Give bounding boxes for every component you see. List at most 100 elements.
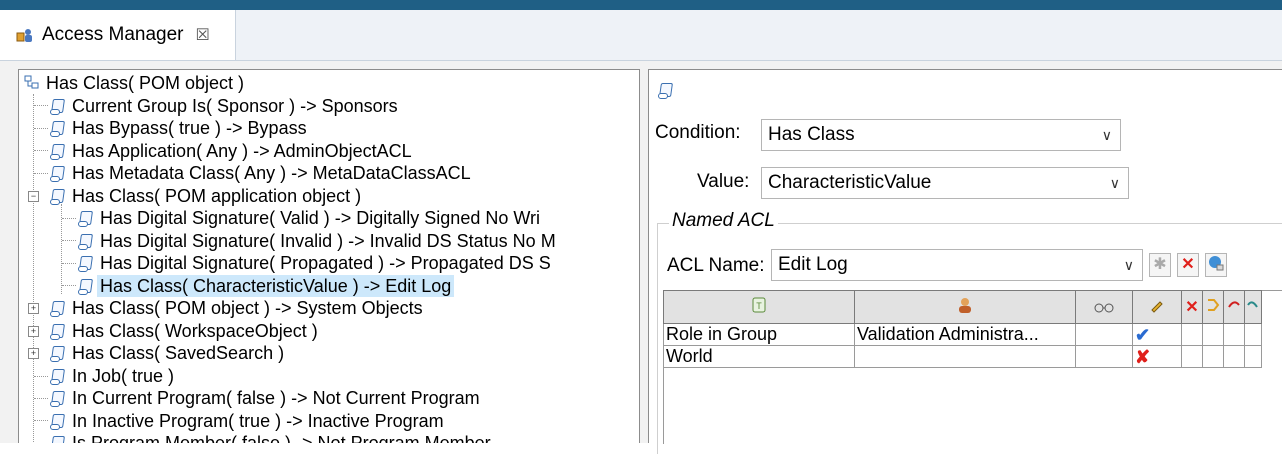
value-select[interactable]: CharacteristicValue ∨ bbox=[761, 167, 1129, 199]
delete-cell[interactable] bbox=[1181, 345, 1203, 368]
chevron-down-icon: ∨ bbox=[1123, 257, 1134, 273]
condition-node-icon bbox=[49, 300, 65, 317]
root-node-icon bbox=[23, 74, 41, 92]
tree-item-label: Has Application( Any ) -> AdminObjectACL bbox=[72, 141, 412, 161]
access-manager-icon bbox=[16, 26, 34, 44]
acl-name-value: Edit Log bbox=[778, 254, 848, 275]
tree-item[interactable]: Has Class( POM object ) bbox=[23, 72, 247, 94]
condition-node-icon bbox=[49, 390, 65, 407]
tree-line bbox=[34, 398, 48, 399]
condition-node-icon bbox=[77, 255, 93, 272]
write-cell[interactable]: ✔ bbox=[1132, 323, 1182, 346]
tree-item-label: Has Class( POM application object ) bbox=[72, 186, 362, 206]
promote-privilege-icon[interactable] bbox=[1223, 290, 1245, 324]
accessor-id-cell bbox=[854, 345, 1076, 368]
read-cell[interactable] bbox=[1075, 323, 1133, 346]
tree-line bbox=[62, 240, 76, 241]
tree-item[interactable]: Has Bypass( true ) -> Bypass bbox=[49, 117, 310, 139]
tree-item[interactable]: Has Class( WorkspaceObject ) bbox=[49, 320, 321, 342]
condition-node-icon bbox=[49, 98, 65, 115]
window-top-border bbox=[0, 0, 1282, 10]
tree-item-label: Has Digital Signature( Invalid ) -> Inva… bbox=[100, 231, 556, 251]
acl-name-label: ACL Name: bbox=[667, 255, 765, 276]
rule-tree[interactable]: Has Class( POM object ) Current Group Is… bbox=[18, 69, 640, 443]
condition-select[interactable]: Has Class ∨ bbox=[761, 119, 1121, 151]
condition-node-icon bbox=[49, 435, 65, 443]
demote-cell[interactable] bbox=[1244, 345, 1262, 368]
table-row[interactable]: World ✘ bbox=[663, 345, 1262, 368]
tree-item[interactable]: In Job( true ) bbox=[49, 365, 177, 387]
named-acl-title: Named ACL bbox=[669, 210, 778, 232]
tree-item-selected[interactable]: Has Class( CharacteristicValue ) -> Edit… bbox=[77, 275, 455, 297]
change-cell[interactable] bbox=[1202, 345, 1224, 368]
collapse-toggle[interactable]: − bbox=[28, 191, 39, 202]
condition-value: Has Class bbox=[768, 124, 855, 145]
tree-item[interactable]: Has Digital Signature( Valid ) -> Digita… bbox=[77, 207, 543, 229]
condition-node-icon bbox=[49, 188, 65, 205]
read-privilege-icon[interactable] bbox=[1075, 290, 1133, 324]
promote-cell[interactable] bbox=[1223, 345, 1245, 368]
tree-item-label: Has Class( SavedSearch ) bbox=[72, 343, 285, 363]
acl-table: T ✕ Role in Group Validation Administra.… bbox=[663, 290, 1262, 368]
delete-acl-icon[interactable]: ✕ bbox=[1177, 253, 1199, 277]
acl-usage-icon[interactable] bbox=[1205, 253, 1227, 277]
tree-item-label: Has Class( POM object ) -> System Object… bbox=[72, 298, 423, 318]
tree-item[interactable]: In Current Program( false ) -> Not Curre… bbox=[49, 387, 483, 409]
new-acl-icon[interactable]: ✱ bbox=[1149, 253, 1171, 277]
change-cell[interactable] bbox=[1202, 323, 1224, 346]
table-row[interactable]: Role in Group Validation Administra... ✔ bbox=[663, 323, 1262, 346]
demote-privilege-icon[interactable] bbox=[1244, 290, 1262, 324]
write-privilege-icon[interactable] bbox=[1132, 290, 1182, 324]
condition-node-icon bbox=[77, 210, 93, 227]
condition-node-icon bbox=[49, 413, 65, 430]
acl-name-select[interactable]: Edit Log ∨ bbox=[771, 249, 1143, 281]
condition-node-icon bbox=[49, 368, 65, 385]
tree-item[interactable]: Has Digital Signature( Propagated ) -> P… bbox=[77, 252, 554, 274]
tree-item[interactable]: Has Class( POM object ) -> System Object… bbox=[49, 297, 426, 319]
tab-access-manager[interactable]: Access Manager ☒ bbox=[0, 10, 236, 60]
write-cell[interactable]: ✘ bbox=[1132, 345, 1182, 368]
tree-item[interactable]: Current Group Is( Sponsor ) -> Sponsors bbox=[49, 95, 401, 117]
acl-table-header: T ✕ bbox=[663, 290, 1262, 324]
tree-line bbox=[62, 218, 76, 219]
tree-item-label: In Current Program( false ) -> Not Curre… bbox=[72, 388, 480, 408]
condition-node-icon bbox=[49, 165, 65, 182]
change-privilege-icon[interactable] bbox=[1202, 290, 1224, 324]
accessor-id-icon[interactable] bbox=[854, 290, 1076, 324]
tab-title: Access Manager bbox=[42, 24, 184, 45]
chevron-down-icon: ∨ bbox=[1109, 175, 1120, 191]
tree-line bbox=[34, 173, 48, 174]
tree-line bbox=[62, 285, 76, 286]
tree-item[interactable]: Has Digital Signature( Invalid ) -> Inva… bbox=[77, 230, 559, 252]
expand-toggle[interactable]: + bbox=[28, 348, 39, 359]
tree-item-label: Has Class( WorkspaceObject ) bbox=[72, 321, 318, 341]
promote-cell[interactable] bbox=[1223, 323, 1245, 346]
expand-toggle[interactable]: + bbox=[28, 326, 39, 337]
expand-toggle[interactable]: + bbox=[28, 303, 39, 314]
tree-line bbox=[33, 94, 34, 442]
tree-item[interactable]: Has Class( POM application object ) bbox=[49, 185, 364, 207]
value-label: Value: bbox=[697, 171, 750, 192]
tree-item[interactable]: Has Application( Any ) -> AdminObjectACL bbox=[49, 140, 415, 162]
tree-line bbox=[34, 128, 48, 129]
read-cell[interactable] bbox=[1075, 345, 1133, 368]
tree-item[interactable]: Has Class( SavedSearch ) bbox=[49, 342, 287, 364]
demote-cell[interactable] bbox=[1244, 323, 1262, 346]
value-value: CharacteristicValue bbox=[768, 172, 932, 193]
condition-node-icon bbox=[49, 143, 65, 160]
tree-item-label: In Inactive Program( true ) -> Inactive … bbox=[72, 411, 444, 431]
tree-item[interactable]: Has Metadata Class( Any ) -> MetaDataCla… bbox=[49, 162, 474, 184]
tree-item[interactable]: In Inactive Program( true ) -> Inactive … bbox=[49, 410, 447, 432]
condition-node-icon bbox=[49, 345, 65, 362]
condition-node-icon bbox=[49, 120, 65, 137]
delete-privilege-icon[interactable]: ✕ bbox=[1181, 290, 1203, 324]
tree-line bbox=[34, 105, 48, 106]
close-icon[interactable]: ☒ bbox=[196, 25, 210, 45]
type-of-accessor-icon[interactable]: T bbox=[663, 290, 855, 324]
tree-line bbox=[34, 376, 48, 377]
tree-item[interactable]: Is Program Member( false ) -> Not Progra… bbox=[49, 432, 494, 443]
chevron-down-icon: ∨ bbox=[1101, 127, 1112, 143]
tree-item-label: Has Class( POM object ) bbox=[46, 73, 245, 93]
condition-node-icon bbox=[77, 278, 93, 295]
delete-cell[interactable] bbox=[1181, 323, 1203, 346]
